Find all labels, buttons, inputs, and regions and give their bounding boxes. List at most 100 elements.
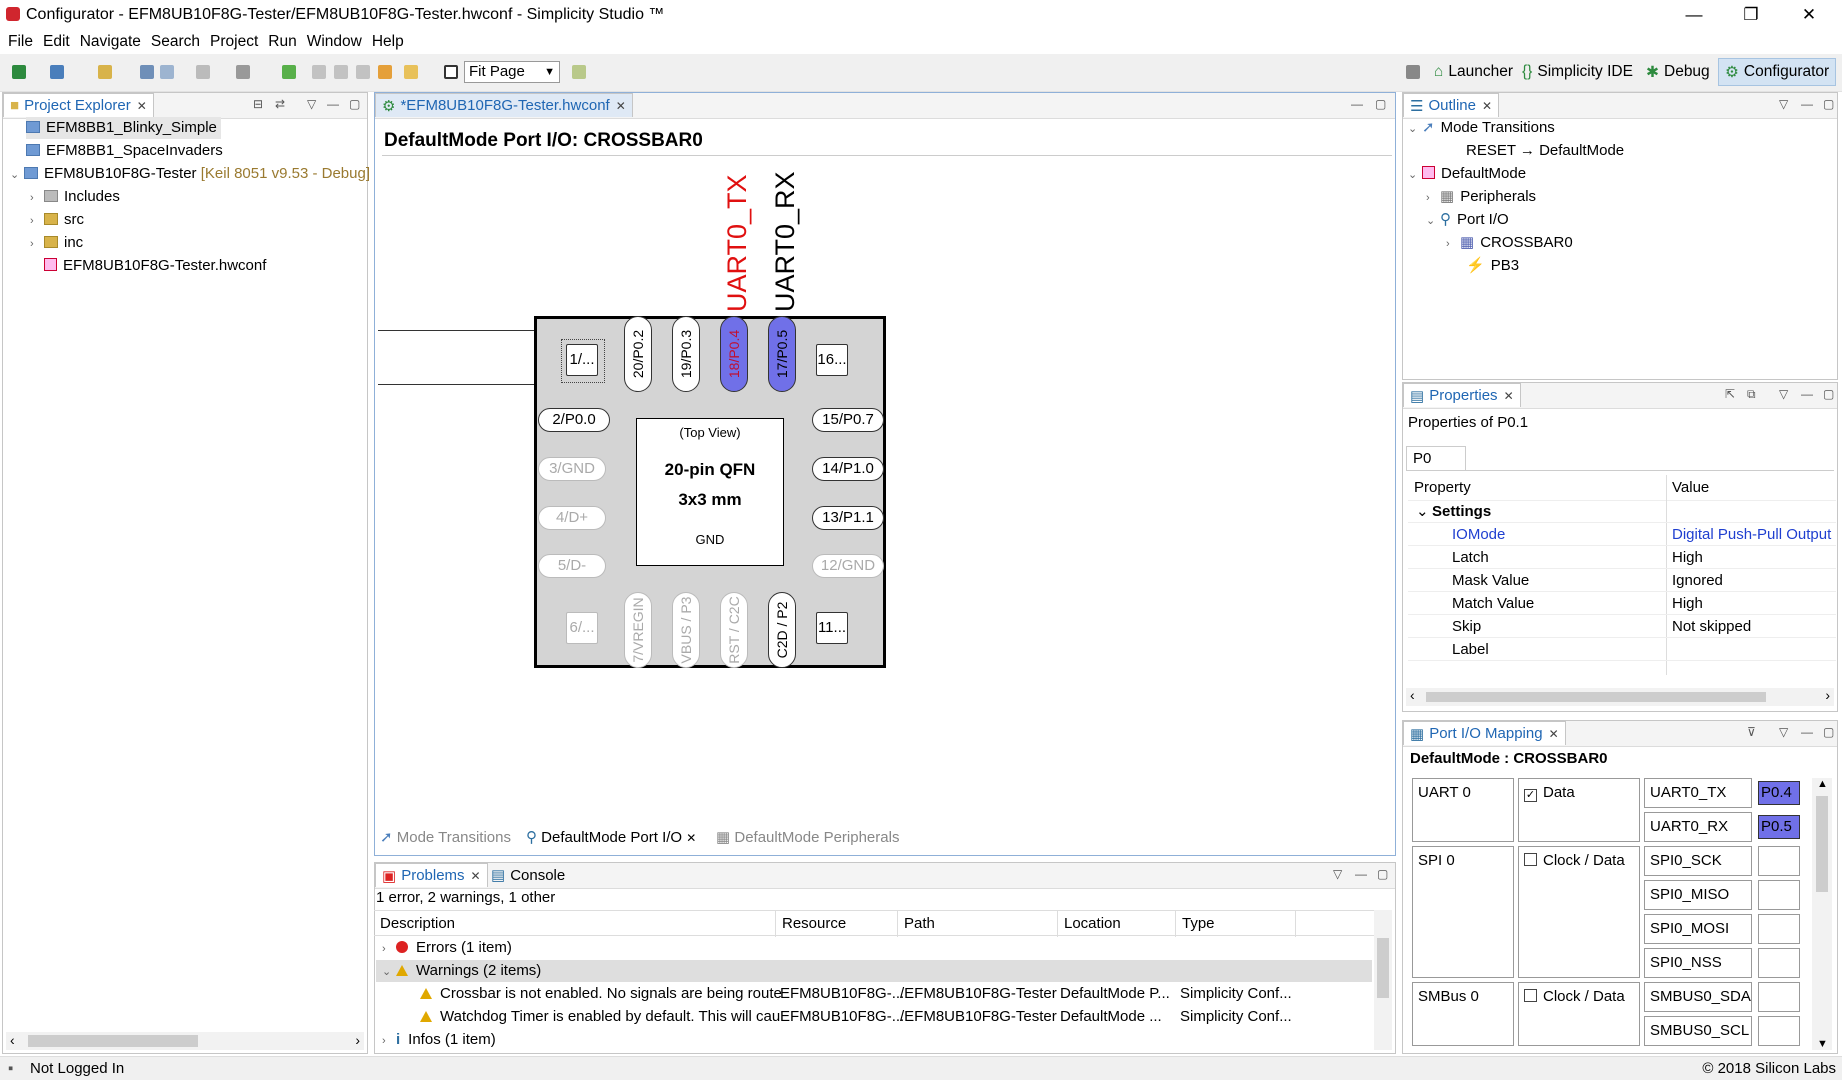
property-value[interactable]: Digital Push-Pull Output	[1672, 523, 1831, 546]
outline-mode-transitions[interactable]: ⌄ ➚ Mode Transitions	[1408, 117, 1555, 139]
outline-reset-transition[interactable]: RESET → DefaultMode	[1466, 140, 1624, 162]
delete-icon[interactable]	[334, 65, 348, 79]
tree-item-includes[interactable]: › Includes	[30, 186, 120, 208]
scroll-right-icon[interactable]: ›	[355, 1032, 360, 1048]
chevron-down-icon[interactable]: ⌄	[1426, 210, 1440, 232]
close-icon[interactable]: ✕	[1504, 389, 1514, 403]
vertical-scrollbar[interactable]: ▲ ▼	[1812, 778, 1832, 1050]
scroll-right-icon[interactable]: ›	[1825, 687, 1830, 703]
signal-smbus0-scl-pin[interactable]	[1758, 1016, 1800, 1046]
signal-spi0-nss-pin[interactable]	[1758, 948, 1800, 978]
pin-15[interactable]: 15/P0.7	[812, 408, 884, 432]
tree-item-inc[interactable]: › inc	[30, 232, 83, 254]
property-value[interactable]: High	[1672, 592, 1703, 615]
add-icon[interactable]	[282, 65, 296, 79]
menu-project[interactable]: Project	[210, 33, 258, 51]
outline-port-io[interactable]: ⌄ ⚲ Port I/O	[1426, 209, 1509, 231]
col-type[interactable]: Type	[1176, 911, 1296, 937]
properties-subtab-p0[interactable]: P0	[1406, 446, 1466, 470]
property-value[interactable]: Ignored	[1672, 569, 1723, 592]
horizontal-scrollbar[interactable]: ‹ ›	[1406, 687, 1834, 706]
pin-13[interactable]: 13/P1.1	[812, 506, 884, 530]
tree-item-blinky[interactable]: EFM8BB1_Blinky_Simple	[26, 117, 221, 139]
tab-properties[interactable]: ▤ Properties ✕	[1403, 383, 1521, 407]
tab-port-io[interactable]: ⚲ DefaultMode Port I/O ✕	[526, 828, 696, 846]
property-value[interactable]: Not skipped	[1672, 615, 1751, 638]
scrollbar-thumb[interactable]	[1377, 938, 1389, 998]
menu-file[interactable]: File	[8, 33, 33, 51]
new-view-icon[interactable]: ⧉	[1747, 387, 1756, 402]
save-all-icon[interactable]	[160, 65, 174, 79]
tree-item-hwconf[interactable]: EFM8UB10F8G-Tester.hwconf	[44, 255, 266, 277]
wrench-icon[interactable]	[236, 65, 250, 79]
chevron-down-icon[interactable]: ⌄	[1408, 164, 1422, 186]
problem-group-errors[interactable]: › Errors (1 item)	[382, 937, 512, 959]
chevron-down-icon[interactable]: ⌄	[1408, 118, 1422, 140]
view-menu-icon[interactable]: ▽	[1779, 387, 1788, 401]
property-row-mask[interactable]: Mask Value Ignored	[1408, 569, 1836, 592]
maximize-view-icon[interactable]: ▢	[1375, 97, 1386, 111]
minimize-view-icon[interactable]: —	[1355, 867, 1367, 881]
copy-icon[interactable]	[312, 65, 326, 79]
collapse-all-icon[interactable]: ⊟	[253, 97, 263, 111]
perspective-simplicity-ide[interactable]: {} Simplicity IDE	[1516, 58, 1639, 86]
scroll-up-icon[interactable]: ▲	[1817, 778, 1828, 790]
minimize-view-icon[interactable]: —	[1801, 387, 1813, 401]
link-editor-icon[interactable]: ⇄	[275, 97, 285, 111]
tab-mode-transitions[interactable]: ➚ Mode Transitions	[380, 828, 511, 846]
checkbox-checked-icon[interactable]: ✓	[1524, 789, 1537, 802]
scroll-left-icon[interactable]: ‹	[1410, 687, 1415, 703]
tab-outline[interactable]: ☰ Outline ✕	[1403, 93, 1500, 117]
pin-20[interactable]: 20/P0.2	[624, 316, 652, 392]
maximize-view-icon[interactable]: ▢	[1823, 725, 1834, 739]
close-icon[interactable]: ✕	[137, 99, 147, 113]
new-icon[interactable]	[98, 65, 112, 79]
open-perspective-icon[interactable]	[1406, 65, 1420, 79]
pin-14[interactable]: 14/P1.0	[812, 457, 884, 481]
col-location[interactable]: Location	[1058, 911, 1176, 937]
chevron-right-icon[interactable]: ›	[1446, 233, 1460, 255]
debug-icon[interactable]	[50, 65, 64, 79]
signal-uart0-tx-pin[interactable]: P0.4	[1758, 781, 1800, 805]
close-icon[interactable]: ✕	[686, 831, 696, 845]
property-value[interactable]: High	[1672, 546, 1703, 569]
checkbox-icon[interactable]	[1524, 853, 1537, 866]
outline-peripherals[interactable]: › ▦ Peripherals	[1426, 186, 1536, 208]
build-icon[interactable]	[12, 65, 26, 79]
menu-search[interactable]: Search	[151, 33, 200, 51]
tab-problems[interactable]: ▣ Problems ✕	[375, 863, 488, 887]
chevron-right-icon[interactable]: ›	[382, 1030, 396, 1052]
grid-icon[interactable]	[572, 65, 586, 79]
view-menu-icon[interactable]: ▽	[1779, 97, 1788, 111]
minimize-view-icon[interactable]: —	[1801, 725, 1813, 739]
close-icon[interactable]: ✕	[1549, 727, 1559, 741]
close-icon[interactable]: ✕	[471, 869, 481, 883]
menu-edit[interactable]: Edit	[43, 33, 70, 51]
save-icon[interactable]	[140, 65, 154, 79]
perspective-launcher[interactable]: ⌂ Launcher	[1428, 58, 1519, 86]
page-icon[interactable]	[444, 65, 458, 79]
smbus0-option[interactable]: Clock / Data	[1518, 982, 1640, 1046]
signal-smbus0-sda-pin[interactable]	[1758, 982, 1800, 1012]
tree-item-tester[interactable]: ⌄ EFM8UB10F8G-Tester [Keil 8051 v9.53 - D…	[10, 163, 370, 185]
outline-crossbar0[interactable]: › ▦ CROSSBAR0	[1446, 232, 1573, 254]
chevron-right-icon[interactable]: ›	[30, 210, 44, 232]
tree-item-spaceinvaders[interactable]: EFM8BB1_SpaceInvaders	[26, 140, 223, 162]
menu-help[interactable]: Help	[372, 33, 404, 51]
tab-peripherals[interactable]: ▦ DefaultMode Peripherals	[716, 828, 899, 846]
property-row-latch[interactable]: Latch High	[1408, 546, 1836, 569]
pin-2[interactable]: 2/P0.0	[538, 408, 610, 432]
tree-item-src[interactable]: › src	[30, 209, 84, 231]
pin-17[interactable]: 17/P0.5	[768, 316, 796, 392]
pin-7[interactable]: 7/VREGIN	[624, 592, 652, 668]
menu-run[interactable]: Run	[268, 33, 296, 51]
properties-section-settings[interactable]: ⌄ Settings	[1408, 500, 1836, 523]
view-menu-icon[interactable]: ▽	[307, 97, 316, 111]
close-icon[interactable]: ✕	[1482, 99, 1492, 113]
problem-group-infos[interactable]: › i Infos (1 item)	[382, 1029, 496, 1051]
pin-6[interactable]: 6/...	[566, 612, 598, 644]
problem-row[interactable]: Watchdog Timer is enabled by default. Th…	[420, 1006, 1372, 1028]
maximize-view-icon[interactable]: ▢	[1823, 387, 1834, 401]
minimize-view-icon[interactable]: —	[327, 97, 339, 111]
spi0-option[interactable]: Clock / Data	[1518, 846, 1640, 978]
